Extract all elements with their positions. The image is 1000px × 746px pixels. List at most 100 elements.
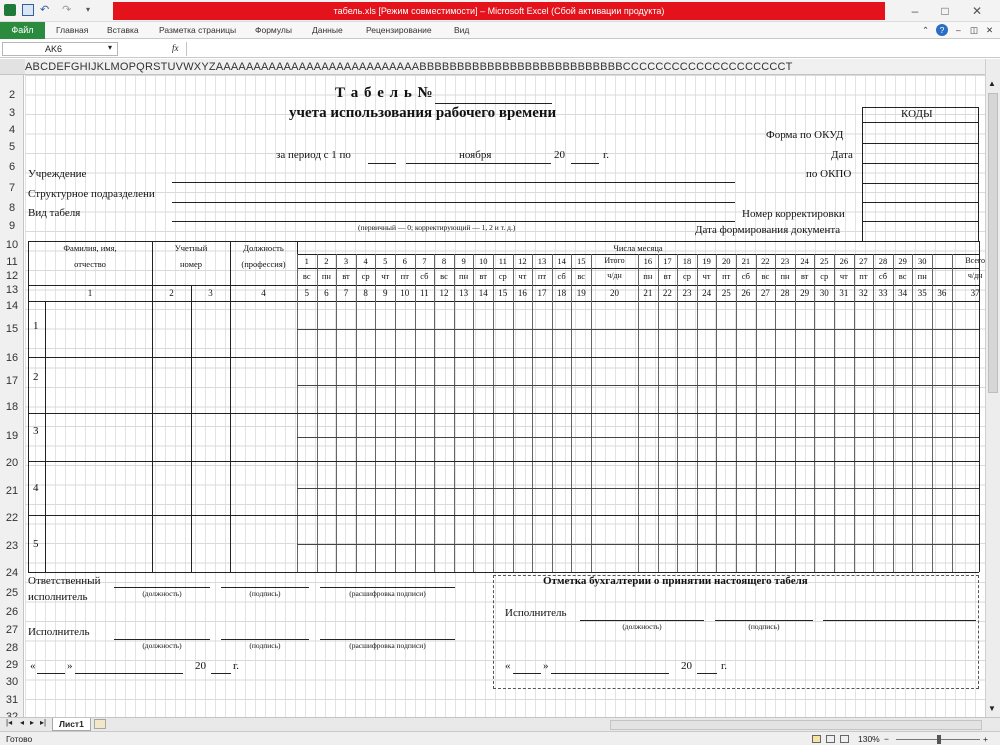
row-header-22[interactable]: 22 <box>0 512 24 524</box>
last-sheet-icon[interactable]: ▸| <box>40 718 46 727</box>
day-col-number: 19 <box>576 288 586 298</box>
save-icon[interactable] <box>22 4 34 16</box>
row-header-26[interactable]: 26 <box>0 606 24 618</box>
window-minimize-icon[interactable]: – <box>956 22 961 39</box>
title-bar: ↶ ↷ ▾ табель.xls [Режим совместимости] –… <box>0 0 1000 22</box>
scroll-down-icon[interactable]: ▼ <box>988 704 996 713</box>
row-header-9[interactable]: 9 <box>0 220 24 232</box>
window-close-icon[interactable]: ✕ <box>986 22 993 39</box>
horizontal-scrollbar[interactable] <box>610 720 982 730</box>
row-header-29[interactable]: 29 <box>0 659 24 671</box>
weekday: пн <box>321 271 331 281</box>
day-number: 28 <box>878 256 888 266</box>
sig-sign-1: (подпись) <box>249 589 281 598</box>
sheet-tab-1[interactable]: Лист1 <box>52 718 91 731</box>
minimize-icon[interactable]: – <box>904 2 926 20</box>
row-header-20[interactable]: 20 <box>0 457 24 469</box>
day-number: 2 <box>324 256 329 266</box>
row-header-27[interactable]: 27 <box>0 624 24 636</box>
new-sheet-icon[interactable] <box>94 719 106 729</box>
sig-position-1: (должность) <box>142 589 182 598</box>
row-header-31[interactable]: 31 <box>0 694 24 706</box>
window-restore-icon[interactable]: ◫ <box>970 22 978 39</box>
date-quote-close-left: » <box>67 660 73 672</box>
row-header-17[interactable]: 17 <box>0 375 24 387</box>
day-number: 15 <box>576 256 586 266</box>
row-header-12[interactable]: 12 <box>0 270 24 282</box>
name-box-dropdown-icon[interactable]: ▾ <box>108 43 112 52</box>
row-header-10[interactable]: 10 <box>0 239 24 251</box>
redo-icon[interactable]: ↷ <box>62 4 74 16</box>
page-layout-view-icon[interactable] <box>826 735 835 743</box>
formula-bar: AK6 ▾ fx <box>0 40 1000 58</box>
row-header-3[interactable]: 3 <box>0 107 24 119</box>
row-header-28[interactable]: 28 <box>0 642 24 654</box>
day-number: 16 <box>643 256 653 266</box>
expand-ribbon-icon[interactable]: ⌃ <box>922 22 929 39</box>
maximize-icon[interactable]: □ <box>934 2 956 20</box>
weekday: чт <box>381 271 390 281</box>
row-header-24[interactable]: 24 <box>0 567 24 579</box>
scroll-thumb[interactable] <box>988 93 998 393</box>
day-col-number: 18 <box>557 288 567 298</box>
tab-formulas[interactable]: Формулы <box>255 22 292 39</box>
tab-data[interactable]: Данные <box>312 22 343 39</box>
row-header-6[interactable]: 6 <box>0 161 24 173</box>
tab-view[interactable]: Вид <box>454 22 469 39</box>
tab-type-label: Вид табеля <box>28 207 81 219</box>
row-header-23[interactable]: 23 <box>0 540 24 552</box>
next-sheet-icon[interactable]: ▸ <box>30 718 34 727</box>
zoom-slider-thumb[interactable] <box>937 735 941 744</box>
day-number: 30 <box>917 256 927 266</box>
vertical-scrollbar[interactable]: ▲ ▼ <box>985 59 1000 720</box>
date-year-left: 20 <box>195 660 206 672</box>
zoom-level[interactable]: 130% <box>858 732 880 746</box>
codes-label: КОДЫ <box>901 108 933 120</box>
worksheet-grid[interactable]: Т а б е л ь № учета использования рабоче… <box>25 75 985 720</box>
zoom-in-icon[interactable]: + <box>983 732 988 746</box>
day-col-number: 17 <box>537 288 547 298</box>
normal-view-icon[interactable] <box>812 735 821 743</box>
row-header-4[interactable]: 4 <box>0 124 24 136</box>
zoom-out-icon[interactable]: − <box>884 732 889 746</box>
tab-insert[interactable]: Вставка <box>107 22 139 39</box>
file-tab[interactable]: Файл <box>0 22 45 39</box>
fx-icon[interactable]: fx <box>172 43 179 53</box>
total-hours: ч/дн <box>607 271 622 280</box>
select-all-corner[interactable] <box>0 59 25 74</box>
row-header-5[interactable]: 5 <box>0 141 24 153</box>
formula-input[interactable] <box>186 42 982 56</box>
name-box[interactable]: AK6 <box>2 42 118 56</box>
row-header-30[interactable]: 30 <box>0 676 24 688</box>
day-col-number: 36 <box>937 288 947 298</box>
page-break-view-icon[interactable] <box>840 735 849 743</box>
col-name-header-2: отчество <box>74 259 106 269</box>
first-sheet-icon[interactable]: |◂ <box>6 718 12 727</box>
prev-sheet-icon[interactable]: ◂ <box>20 718 24 727</box>
close-icon[interactable]: ✕ <box>966 2 988 20</box>
row-header-25[interactable]: 25 <box>0 587 24 599</box>
weekday: сб <box>557 271 566 281</box>
weekday: вт <box>342 271 350 281</box>
row-header-16[interactable]: 16 <box>0 352 24 364</box>
row-header-8[interactable]: 8 <box>0 202 24 214</box>
row-header-18[interactable]: 18 <box>0 401 24 413</box>
ribbon: Файл Главная Вставка Разметка страницы Ф… <box>0 22 1000 39</box>
row-header-21[interactable]: 21 <box>0 485 24 497</box>
tab-home[interactable]: Главная <box>56 22 88 39</box>
row-header-13[interactable]: 13 <box>0 284 24 296</box>
row-header-7[interactable]: 7 <box>0 182 24 194</box>
undo-icon[interactable]: ↶ <box>40 4 52 16</box>
column-header-letters[interactable]: ABCDEFGHIJKLMOPQRSTUVWXYZAAAAAAAAAAAAAAA… <box>25 61 793 73</box>
row-header-11[interactable]: 11 <box>0 256 24 268</box>
scroll-up-icon[interactable]: ▲ <box>988 79 996 88</box>
weekday: ср <box>361 271 370 281</box>
tab-review[interactable]: Рецензирование <box>366 22 432 39</box>
customize-toolbar-icon[interactable]: ▾ <box>86 4 98 16</box>
row-header-19[interactable]: 19 <box>0 430 24 442</box>
row-header-15[interactable]: 15 <box>0 323 24 335</box>
help-icon[interactable]: ? <box>936 24 948 36</box>
row-header-2[interactable]: 2 <box>0 89 24 101</box>
row-header-14[interactable]: 14 <box>0 300 24 312</box>
tab-page-layout[interactable]: Разметка страницы <box>159 22 236 39</box>
